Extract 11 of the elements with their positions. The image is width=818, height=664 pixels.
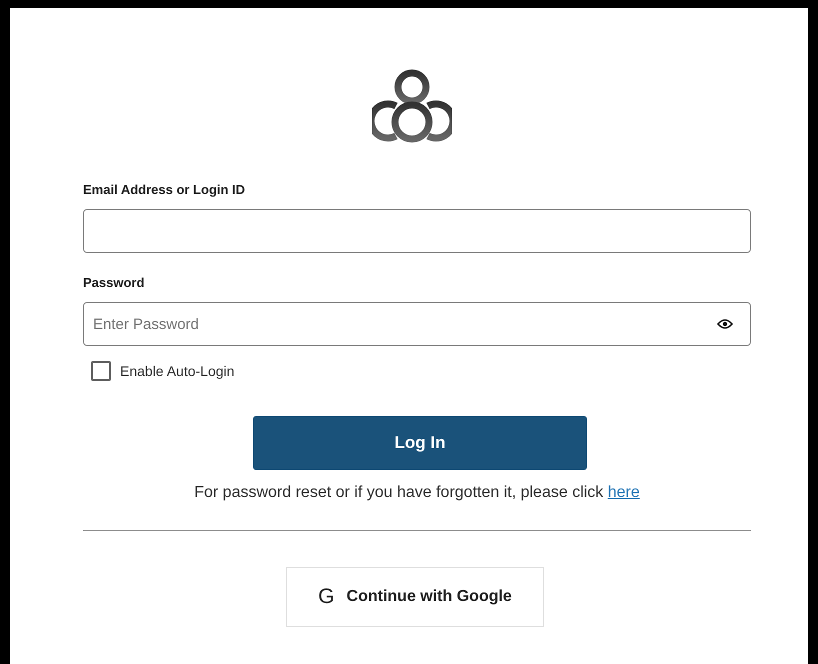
password-field[interactable]: Enter Password	[83, 302, 751, 346]
reset-link[interactable]: here	[608, 484, 640, 501]
login-button[interactable]: Log In	[253, 416, 587, 470]
email-field[interactable]	[83, 209, 751, 253]
checkbox[interactable]	[91, 361, 111, 381]
checkbox-label: Enable Auto-Login	[120, 363, 234, 379]
field-label: Password	[83, 275, 146, 290]
field-label: Email Address or Login ID	[83, 182, 246, 197]
reset-text: For password reset or if you have forgotten it, please click here	[193, 484, 641, 502]
eye-icon[interactable]	[717, 318, 733, 330]
google-button[interactable]: G Continue with Google	[286, 567, 544, 627]
